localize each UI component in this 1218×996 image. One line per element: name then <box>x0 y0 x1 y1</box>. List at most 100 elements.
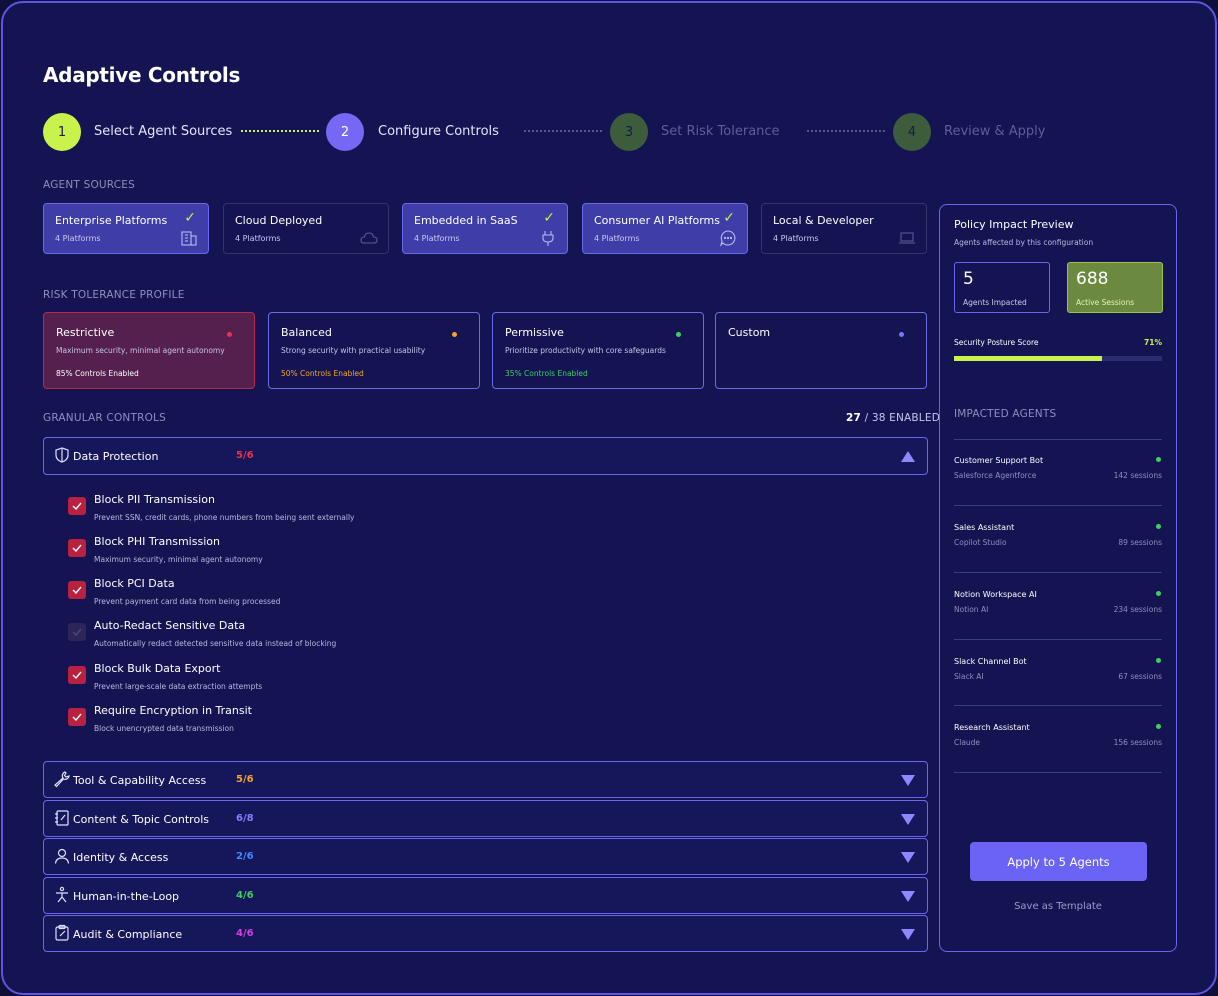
step-3-label[interactable]: Set Risk Tolerance <box>661 124 780 139</box>
checkbox-block-pci[interactable] <box>68 581 86 599</box>
control-title: Block Bulk Data Export <box>94 662 221 675</box>
posture-label: Security Posture Score <box>954 338 1039 347</box>
risk-card-restrictive[interactable]: Restrictive Maximum security, minimal ag… <box>43 312 255 389</box>
source-card-enterprise[interactable]: Enterprise Platforms 4 Platforms ✓ <box>43 203 209 254</box>
risk-card-permissive[interactable]: Permissive Prioritize productivity with … <box>492 312 704 389</box>
group-data-protection[interactable]: Data Protection 5/6 <box>43 437 928 475</box>
cloud-icon <box>360 232 378 244</box>
step-2-number: 2 <box>340 124 350 140</box>
source-subtitle: 4 Platforms <box>414 234 460 243</box>
step-connector <box>524 130 602 132</box>
checkbox-block-pii[interactable] <box>68 497 86 515</box>
source-card-local[interactable]: Local & Developer 4 Platforms <box>761 203 927 254</box>
agent-name: Sales Assistant <box>954 523 1015 532</box>
agents-impacted-box: 5 Agents Impacted <box>954 262 1050 313</box>
chevron-down-icon[interactable] <box>901 814 915 825</box>
divider <box>954 505 1162 506</box>
source-card-saas[interactable]: Embedded in SaaS 4 Platforms ✓ <box>402 203 568 254</box>
group-count: 5/6 <box>236 450 254 461</box>
divider <box>954 772 1162 773</box>
status-dot <box>1156 524 1161 529</box>
group-count: 5/6 <box>236 774 254 785</box>
chevron-down-icon[interactable] <box>901 775 915 786</box>
agent-platform: Copilot Studio <box>954 538 1007 547</box>
enabled-count: 27 / 38 ENABLED <box>846 412 940 424</box>
control-title: Block PHI Transmission <box>94 535 220 548</box>
building-icon <box>181 231 197 246</box>
check-icon: ✓ <box>184 210 196 226</box>
divider <box>954 705 1162 706</box>
step-2-circle[interactable]: 2 <box>326 113 364 151</box>
enabled-count-total: / 38 ENABLED <box>864 412 940 424</box>
source-title: Enterprise Platforms <box>55 214 168 227</box>
group-name: Data Protection <box>73 450 159 463</box>
chevron-down-icon[interactable] <box>901 891 915 902</box>
agent-name: Research Assistant <box>954 723 1030 732</box>
shield-icon <box>55 447 69 463</box>
risk-controls-enabled: 85% Controls Enabled <box>56 369 139 378</box>
group-content-topic[interactable]: Content & Topic Controls 6/8 <box>43 800 928 837</box>
checkbox-block-bulk-export[interactable] <box>68 666 86 684</box>
chevron-down-icon[interactable] <box>901 852 915 863</box>
source-title: Consumer AI Platforms <box>594 214 720 227</box>
step-1-label[interactable]: Select Agent Sources <box>94 124 232 139</box>
control-description: Maximum security, minimal agent autonomy <box>94 555 263 564</box>
step-3-circle[interactable]: 3 <box>610 113 648 151</box>
agent-platform: Salesforce Agentforce <box>954 471 1037 480</box>
source-subtitle: 4 Platforms <box>55 234 101 243</box>
group-audit-compliance[interactable]: Audit & Compliance 4/6 <box>43 915 928 952</box>
source-title: Embedded in SaaS <box>414 214 518 227</box>
group-name: Content & Topic Controls <box>73 813 209 826</box>
step-4-circle[interactable]: 4 <box>893 113 931 151</box>
risk-description: Maximum security, minimal agent autonomy <box>56 346 225 355</box>
risk-description: Prioritize productivity with core safegu… <box>505 346 666 355</box>
group-name: Human-in-the-Loop <box>73 890 180 903</box>
divider <box>954 639 1162 640</box>
app-window: Adaptive Controls 1 Select Agent Sources… <box>1 1 1217 995</box>
step-1-circle[interactable]: 1 <box>43 113 81 151</box>
source-card-consumer[interactable]: Consumer AI Platforms 4 Platforms ✓ <box>582 203 748 254</box>
checkbox-require-encryption[interactable] <box>68 708 86 726</box>
risk-card-custom[interactable]: Custom <box>715 312 927 389</box>
agents-impacted-label: Agents Impacted <box>963 298 1027 307</box>
enabled-count-number: 27 <box>846 412 862 424</box>
checkmark-icon <box>72 586 82 594</box>
status-dot <box>1156 457 1161 462</box>
control-description: Prevent payment card data from being pro… <box>94 597 281 606</box>
status-dot <box>452 332 457 337</box>
checkbox-auto-redact[interactable] <box>68 623 86 641</box>
checkbox-block-phi[interactable] <box>68 539 86 557</box>
panel-subtitle: Agents affected by this configuration <box>954 238 1094 247</box>
step-1-number: 1 <box>57 124 67 140</box>
chevron-up-icon[interactable] <box>901 451 915 462</box>
step-connector <box>807 130 885 132</box>
control-title: Auto-Redact Sensitive Data <box>94 619 246 632</box>
check-icon: ✓ <box>543 210 555 226</box>
impacted-agents-label: IMPACTED AGENTS <box>954 408 1057 420</box>
checkmark-icon <box>72 713 82 721</box>
granular-controls-label: GRANULAR CONTROLS <box>43 412 166 424</box>
agent-sessions: 234 sessions <box>1113 605 1162 614</box>
step-4-label[interactable]: Review & Apply <box>944 124 1046 139</box>
status-dot <box>1156 724 1161 729</box>
save-template-link[interactable]: Save as Template <box>940 901 1176 912</box>
panel-title: Policy Impact Preview <box>954 218 1074 231</box>
plug-icon <box>542 231 554 246</box>
group-name: Identity & Access <box>73 851 169 864</box>
control-title: Block PII Transmission <box>94 493 215 506</box>
group-count: 4/6 <box>236 928 254 939</box>
apply-button[interactable]: Apply to 5 Agents <box>970 842 1147 881</box>
step-2-label[interactable]: Configure Controls <box>378 124 499 139</box>
agent-sessions: 89 sessions <box>1118 538 1162 547</box>
source-card-cloud[interactable]: Cloud Deployed 4 Platforms <box>223 203 389 254</box>
checkmark-icon <box>72 628 82 636</box>
agent-name: Slack Channel Bot <box>954 657 1027 666</box>
agents-impacted-value: 5 <box>963 269 974 289</box>
group-identity-access[interactable]: Identity & Access 2/6 <box>43 838 928 875</box>
risk-card-balanced[interactable]: Balanced Strong security with practical … <box>268 312 480 389</box>
group-tool-capability[interactable]: Tool & Capability Access 5/6 <box>43 761 928 798</box>
group-human-in-the-loop[interactable]: Human-in-the-Loop 4/6 <box>43 877 928 914</box>
chevron-down-icon[interactable] <box>901 929 915 940</box>
risk-controls-enabled: 35% Controls Enabled <box>505 369 588 378</box>
chat-bubble-icon <box>719 230 736 247</box>
